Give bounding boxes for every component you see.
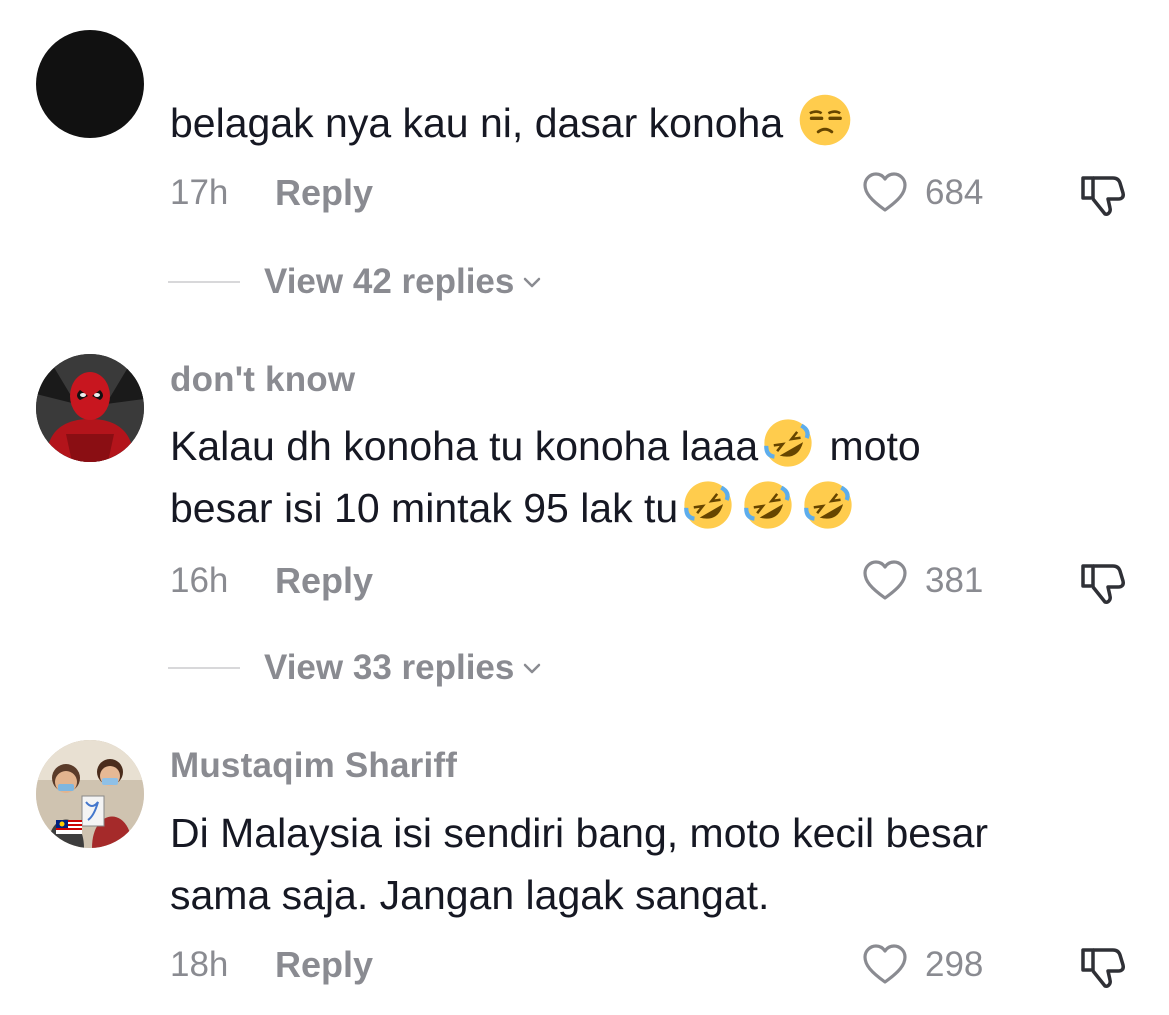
- deadpool-avatar-image: [36, 354, 144, 462]
- like-button[interactable]: 298: [861, 940, 989, 990]
- heart-outline-icon: [863, 172, 907, 212]
- avatar[interactable]: [36, 740, 144, 848]
- comment-text-content: belagak nya kau ni, dasar konoha: [170, 100, 795, 146]
- thumbs-down-icon[interactable]: [1077, 168, 1129, 220]
- reply-button[interactable]: Reply: [275, 940, 373, 990]
- comment-text-content: Kalau dh konoha tu konoha laaa: [170, 423, 759, 469]
- timestamp: 18h: [170, 945, 229, 984]
- comment-actions: 17h Reply 684: [170, 168, 1129, 218]
- like-count: 684: [925, 173, 984, 212]
- thumbs-down-icon[interactable]: [1077, 556, 1129, 608]
- view-replies-label: View 33 replies: [264, 648, 515, 687]
- chevron-down-icon: [524, 663, 541, 674]
- comment-actions: 18h Reply 298: [170, 940, 1129, 990]
- divider-line: [168, 281, 240, 283]
- heart-outline-icon: [863, 560, 907, 600]
- chevron-down-icon: [524, 277, 541, 288]
- comment-line-2: besar isi 10 mintak 95 lak tu: [170, 477, 1130, 539]
- comment-line-1: Di Malaysia isi sendiri bang, moto kecil…: [170, 810, 989, 856]
- comment-actions: 16h Reply 381: [170, 556, 1129, 606]
- username[interactable]: Mustaqim Shariff: [170, 746, 457, 786]
- comment-line-2: sama saja. Jangan lagak sangat.: [170, 872, 770, 918]
- rolling-on-floor-laughing-emoji-icon: [804, 481, 852, 529]
- view-replies-button[interactable]: View 33 replies: [168, 648, 544, 688]
- unamused-face-emoji-icon: [799, 94, 850, 146]
- like-button[interactable]: 684: [861, 168, 989, 218]
- view-replies-button[interactable]: View 42 replies: [168, 262, 544, 302]
- comment-text-content: moto: [818, 423, 921, 469]
- username[interactable]: don't know: [170, 360, 355, 400]
- avatar[interactable]: [36, 30, 144, 138]
- reply-button[interactable]: Reply: [275, 556, 373, 606]
- rolling-on-floor-laughing-emoji-icon: [684, 481, 732, 529]
- comment-line-1: Kalau dh konoha tu konoha laaa moto: [170, 415, 1130, 477]
- comment-text: Kalau dh konoha tu konoha laaa moto besa…: [170, 415, 1130, 539]
- rolling-on-floor-laughing-emoji-icon: [764, 419, 812, 467]
- comment-text: belagak nya kau ni, dasar konoha: [170, 92, 1130, 154]
- like-button[interactable]: 381: [861, 556, 989, 606]
- divider-line: [168, 667, 240, 669]
- timestamp: 17h: [170, 173, 229, 212]
- timestamp: 16h: [170, 561, 229, 600]
- thumbs-down-icon[interactable]: [1077, 940, 1129, 992]
- reply-button[interactable]: Reply: [275, 168, 373, 218]
- rolling-on-floor-laughing-emoji-icon: [744, 481, 792, 529]
- view-replies-label: View 42 replies: [264, 262, 515, 301]
- like-count: 381: [925, 561, 984, 600]
- avatar[interactable]: [36, 354, 144, 462]
- comment-text: Di Malaysia isi sendiri bang, moto kecil…: [170, 802, 1130, 926]
- heart-outline-icon: [863, 944, 907, 984]
- children-photo-avatar-image: [36, 740, 144, 848]
- like-count: 298: [925, 945, 984, 984]
- comment-text-content: besar isi 10 mintak 95 lak tu: [170, 485, 679, 531]
